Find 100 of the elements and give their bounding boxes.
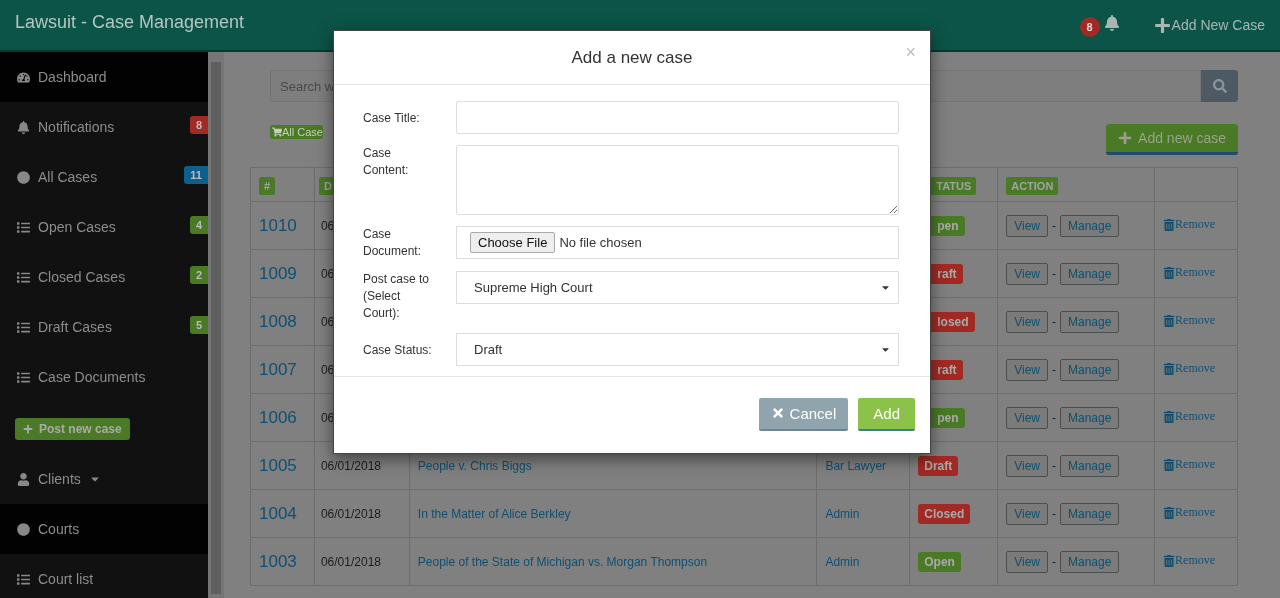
file-status-text: No file chosen — [559, 235, 642, 250]
case-number-link[interactable]: 1003 — [259, 551, 297, 571]
search-icon — [1212, 79, 1227, 93]
trash-icon — [1163, 218, 1176, 231]
author-link[interactable]: Admin — [825, 506, 860, 521]
manage-button[interactable]: Manage — [1060, 454, 1120, 477]
sidebar-item[interactable]: Case Documents — [0, 352, 208, 402]
date-text: 06 — [320, 218, 335, 233]
view-button[interactable]: View — [1006, 310, 1048, 333]
manage-button[interactable]: Manage — [1060, 214, 1120, 237]
status-badge: Open — [918, 551, 961, 572]
app-title: Lawsuit - Case Management — [15, 11, 246, 33]
case-number-link[interactable]: 1004 — [259, 503, 297, 523]
manage-button[interactable]: Manage — [1060, 310, 1120, 333]
count-badge: 11 — [184, 166, 208, 184]
list-icon — [17, 270, 30, 284]
sidebar-item[interactable]: Clients — [0, 454, 208, 504]
sidebar-label: Open Cases — [38, 219, 117, 235]
separator-text: - — [1052, 506, 1056, 521]
manage-button[interactable]: Manage — [1060, 358, 1120, 381]
sidebar-label: Closed Cases — [38, 269, 127, 285]
date-text: 06/01/2018 — [320, 458, 381, 473]
count-badge: 8 — [189, 116, 208, 134]
case-number-link[interactable]: 1007 — [259, 359, 297, 379]
sidebar-label: Draft Cases — [38, 319, 113, 335]
date-text: 06 — [320, 266, 335, 281]
manage-button[interactable]: Manage — [1060, 502, 1120, 525]
plus-icon — [23, 424, 33, 434]
case-number-link[interactable]: 1010 — [259, 215, 297, 235]
date-text: 06/01/2018 — [320, 506, 381, 521]
separator-text: - — [1052, 362, 1056, 377]
date-text: 06 — [320, 314, 335, 329]
case-title-input[interactable] — [456, 101, 899, 134]
plus-icon — [1118, 131, 1133, 145]
status-badge: raft — [931, 359, 963, 380]
manage-button[interactable]: Manage — [1060, 406, 1120, 429]
case-number-link[interactable]: 1005 — [259, 455, 297, 475]
sidebar-item[interactable]: Open Cases 4 — [0, 202, 208, 252]
column-header: ACTION — [1006, 176, 1059, 195]
status-badge: pen — [931, 215, 965, 236]
sidebar-label: Courts — [38, 521, 81, 537]
view-button[interactable]: View — [1006, 454, 1048, 477]
status-badge: raft — [931, 263, 963, 284]
trash-icon — [1163, 362, 1176, 375]
sidebar-item[interactable]: Closed Cases 2 — [0, 252, 208, 302]
case-content-textarea[interactable] — [456, 145, 899, 215]
sidebar-item[interactable]: Draft Cases 5 — [0, 302, 208, 352]
all-cases-button[interactable]: All Case — [270, 125, 323, 139]
scrollbar[interactable] — [208, 52, 224, 598]
sidebar-item[interactable]: Court list — [0, 554, 208, 598]
cancel-button[interactable]: Cancel — [758, 397, 849, 431]
separator-text: - — [1052, 266, 1056, 281]
view-button[interactable]: View — [1006, 550, 1048, 573]
view-button[interactable]: View — [1006, 406, 1048, 429]
case-title-link[interactable]: People v. Chris Biggs — [417, 458, 532, 473]
sidebar-item[interactable]: Notifications 8 — [0, 102, 208, 152]
search-button[interactable] — [1201, 70, 1238, 102]
field-label: Case Content: — [363, 145, 410, 179]
separator-text: - — [1052, 554, 1056, 569]
sidebar-item[interactable]: All Cases 11 — [0, 152, 208, 202]
close-button[interactable]: × — [905, 43, 916, 61]
post-new-case-button[interactable]: Post new case — [15, 418, 130, 440]
case-number-link[interactable]: 1008 — [259, 311, 297, 331]
date-text: 06 — [320, 410, 335, 425]
select-field[interactable]: Draft — [456, 333, 899, 366]
list-icon — [17, 370, 30, 384]
sidebar-label: Clients — [38, 471, 81, 487]
sidebar-item[interactable]: Courts — [0, 504, 208, 554]
add-button[interactable]: Add — [858, 397, 915, 431]
sidebar-label: Notifications — [38, 119, 116, 135]
bell-icon[interactable] — [1103, 15, 1120, 31]
manage-button[interactable]: Manage — [1060, 262, 1120, 285]
case-title-link[interactable]: In the Matter of Alice Berkley — [417, 506, 571, 521]
manage-button[interactable]: Manage — [1060, 550, 1120, 573]
status-badge: Closed — [918, 503, 971, 524]
choose-file-button[interactable]: Choose File — [470, 232, 556, 253]
field-label: Post case to (Select Court): — [363, 271, 431, 322]
sidebar-label: All Cases — [38, 169, 99, 185]
view-button[interactable]: View — [1006, 214, 1048, 237]
add-new-case-button[interactable]: Add new case — [1106, 124, 1238, 155]
separator-text: - — [1052, 314, 1056, 329]
view-button[interactable]: View — [1006, 262, 1048, 285]
count-badge: 5 — [189, 316, 208, 334]
sidebar-item[interactable]: Dashboard — [0, 52, 208, 102]
case-number-link[interactable]: 1009 — [259, 263, 297, 283]
author-link[interactable]: Admin — [825, 554, 860, 569]
column-header: # — [259, 176, 276, 195]
cart-icon — [272, 127, 282, 137]
add-new-case-link[interactable]: Add New Case — [1153, 16, 1265, 34]
separator-text: - — [1052, 458, 1056, 473]
date-text: 06 — [320, 362, 335, 377]
case-number-link[interactable]: 1006 — [259, 407, 297, 427]
column-header: TATUS — [931, 176, 977, 195]
select-field[interactable]: Supreme High Court — [456, 271, 899, 304]
sidebar-label: Case Documents — [38, 369, 147, 385]
view-button[interactable]: View — [1006, 502, 1048, 525]
sidebar-label: Court list — [38, 571, 95, 587]
list-icon — [17, 220, 30, 234]
count-badge: 2 — [189, 266, 208, 284]
view-button[interactable]: View — [1006, 358, 1048, 381]
